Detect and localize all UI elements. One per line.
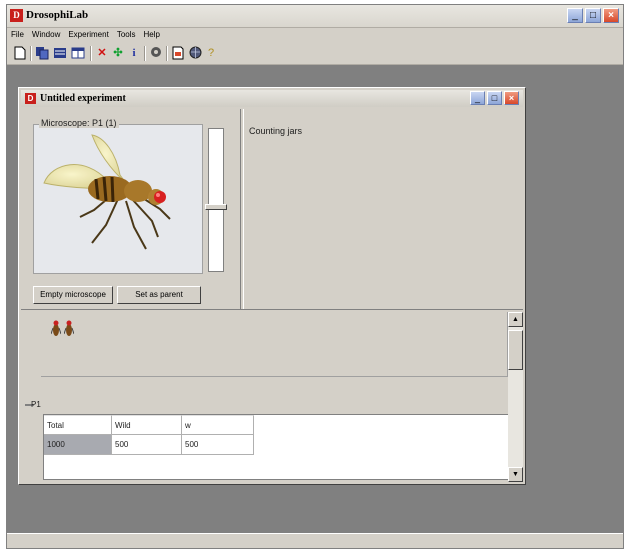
microscope-label: Microscope: P1 (1) bbox=[39, 118, 119, 128]
set-as-parent-button[interactable]: Set as parent bbox=[117, 286, 201, 304]
status-bar bbox=[7, 533, 623, 548]
menu-help[interactable]: Help bbox=[140, 27, 164, 42]
app-title: DrosophiLab bbox=[26, 9, 89, 21]
fly-thumbnails-area bbox=[41, 312, 508, 377]
globe-icon[interactable] bbox=[188, 46, 202, 60]
table-header-w[interactable]: w bbox=[182, 415, 254, 435]
menu-file[interactable]: File bbox=[7, 27, 28, 42]
experiment-logo-icon: D bbox=[25, 93, 36, 104]
toolbar-separator bbox=[30, 46, 32, 61]
experiment-close-button[interactable]: × bbox=[504, 91, 519, 105]
minimize-button[interactable]: _ bbox=[567, 8, 583, 23]
delete-icon[interactable]: ✕ bbox=[95, 46, 109, 60]
toolbar-separator bbox=[166, 46, 168, 61]
experiment-title: Untitled experiment bbox=[40, 93, 126, 104]
menu-experiment[interactable]: Experiment bbox=[64, 27, 112, 42]
table-header-wild[interactable]: Wild bbox=[112, 415, 182, 435]
close-button[interactable]: × bbox=[603, 8, 619, 23]
empty-microscope-button[interactable]: Empty microscope bbox=[33, 286, 113, 304]
scroll-thumb[interactable] bbox=[508, 330, 523, 370]
copy-flies-icon[interactable] bbox=[35, 46, 49, 60]
microscope-view[interactable] bbox=[33, 124, 203, 274]
settings-icon[interactable] bbox=[149, 46, 163, 60]
fly-thumbnail-male[interactable] bbox=[64, 320, 74, 338]
fruit-fly-image bbox=[43, 134, 171, 250]
maximize-button[interactable]: □ bbox=[585, 8, 601, 23]
menu-tools[interactable]: Tools bbox=[113, 27, 140, 42]
report-icon[interactable] bbox=[171, 46, 185, 60]
table-cell-w[interactable]: 500 bbox=[182, 435, 254, 455]
counts-table: Total Wild w 1000 500 500 bbox=[43, 414, 509, 480]
vertical-splitter[interactable] bbox=[240, 109, 244, 309]
grid-icon[interactable] bbox=[71, 46, 85, 60]
toolbar-separator bbox=[144, 46, 146, 61]
section-label: P1 bbox=[31, 400, 41, 409]
info-icon[interactable]: i bbox=[127, 46, 141, 60]
zoom-slider[interactable] bbox=[208, 128, 224, 272]
experiment-titlebar[interactable]: D Untitled experiment _ □ × bbox=[21, 90, 523, 107]
app-logo-icon: D bbox=[10, 9, 23, 22]
menu-window[interactable]: Window bbox=[28, 27, 64, 42]
table-cell-wild[interactable]: 500 bbox=[112, 435, 182, 455]
new-document-icon[interactable] bbox=[13, 46, 27, 60]
list-icon[interactable] bbox=[53, 46, 67, 60]
app-titlebar[interactable]: D DrosophiLab _ □ × bbox=[7, 5, 623, 28]
table-cell-total[interactable]: 1000 bbox=[44, 435, 112, 455]
scroll-down-icon[interactable]: ▼ bbox=[508, 467, 523, 482]
help-icon[interactable]: ? bbox=[204, 46, 218, 60]
toolbar-separator bbox=[90, 46, 92, 61]
fly-thumbnail-female[interactable] bbox=[51, 320, 61, 338]
lower-panel: P1 Total Wild w 1000 500 500 ▲ ▼ bbox=[21, 312, 523, 482]
zoom-slider-thumb[interactable] bbox=[205, 204, 227, 210]
vertical-scrollbar[interactable]: ▲ ▼ bbox=[508, 312, 523, 482]
experiment-window: D Untitled experiment _ □ × Microscope: … bbox=[18, 87, 526, 485]
experiment-minimize-button[interactable]: _ bbox=[470, 91, 485, 105]
table-header-total[interactable]: Total bbox=[44, 415, 112, 435]
notes-text: Counting jars bbox=[249, 126, 303, 136]
scroll-up-icon[interactable]: ▲ bbox=[508, 312, 523, 327]
toolbar: ✕ ✣ i ? bbox=[7, 42, 623, 65]
experiment-maximize-button[interactable]: □ bbox=[487, 91, 502, 105]
move-icon[interactable]: ✣ bbox=[111, 46, 125, 60]
menu-bar: File Window Experiment Tools Help bbox=[7, 27, 623, 42]
